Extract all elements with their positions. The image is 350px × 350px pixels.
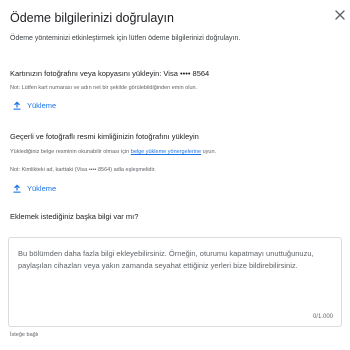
extra-info-textarea[interactable]: Bu bölümden daha fazla bilgi ekleyebilir… — [8, 237, 342, 327]
optional-label: İsteğe bağlı — [10, 332, 39, 338]
card-upload-title: Kartınızın fotoğrafını veya kopyasını yü… — [10, 69, 210, 78]
verify-payment-dialog: Ödeme bilgilerinizi doğrulayın Ödeme yön… — [0, 0, 350, 350]
card-upload-label: Yükleme — [27, 100, 57, 110]
id-upload-title: Geçerli ve fotoğraflı resmi kimliğinizin… — [10, 132, 199, 141]
dialog-title: Ödeme bilgilerinizi doğrulayın — [10, 11, 174, 25]
id-upload-note-2: Not: Kimlikteki ad, karttaki (Visa •••• … — [10, 167, 156, 173]
id-upload-label: Yükleme — [27, 183, 57, 193]
close-icon[interactable] — [333, 8, 347, 22]
card-upload-button[interactable]: Yükleme — [13, 97, 56, 113]
upload-icon — [13, 101, 21, 110]
extra-info-title: Eklemek istediğiniz başka bilgi var mı? — [10, 212, 139, 221]
dialog-subtitle: Ödeme yönteminizi etkinleştirmek için lü… — [10, 35, 241, 42]
id-note-text-end: uyun. — [201, 149, 217, 155]
document-guidelines-link[interactable]: belge yükleme yönergelerine — [131, 149, 201, 155]
id-upload-note: Yüklediğiniz belge resminin okunabilir o… — [10, 148, 216, 156]
character-counter: 0/1.000 — [312, 314, 333, 320]
card-upload-note: Not: Lütfen kart numarası ve adın net bi… — [10, 85, 198, 91]
extra-info-placeholder: Bu bölümden daha fazla bilgi ekleyebilir… — [18, 249, 314, 270]
upload-icon — [13, 184, 21, 193]
id-note-text: Yüklediğiniz belge resminin okunabilir o… — [10, 149, 131, 155]
id-upload-button[interactable]: Yükleme — [13, 180, 56, 196]
